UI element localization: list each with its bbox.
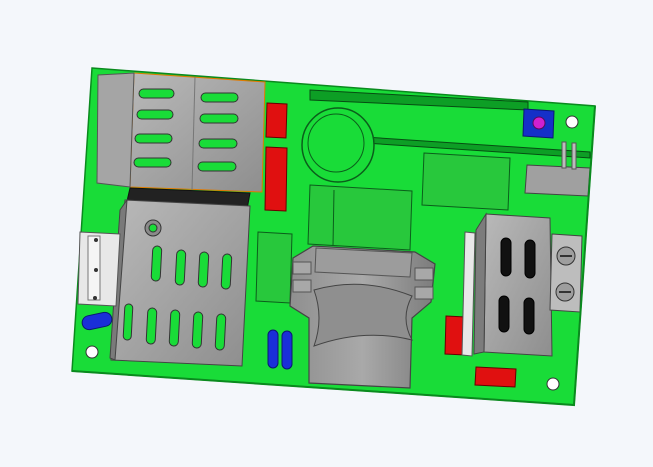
mounting-hole-top-right: [565, 115, 579, 129]
trimpot-knob[interactable]: [532, 116, 546, 130]
trimpot[interactable]: [522, 108, 555, 139]
heatsink-top-left[interactable]: [96, 72, 266, 193]
heatsink-right[interactable]: [461, 212, 553, 357]
cad-viewport[interactable]: [0, 0, 653, 467]
heatsink-bottom-left[interactable]: [109, 187, 251, 367]
output-terminal-block[interactable]: [549, 233, 583, 313]
bulk-capacitor[interactable]: [301, 107, 375, 183]
pcb-model-svg[interactable]: [0, 0, 653, 467]
mounting-hole-bottom-right: [546, 377, 560, 391]
input-connector[interactable]: [77, 231, 121, 307]
mounting-hole-bottom-left: [85, 345, 99, 359]
